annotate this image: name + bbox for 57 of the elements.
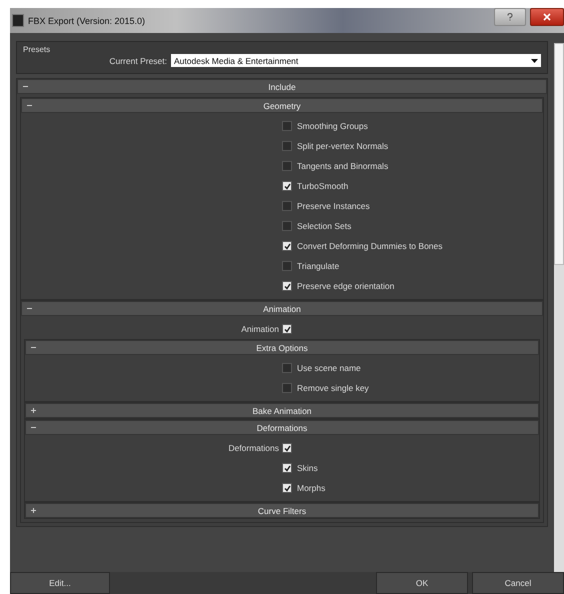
checkbox[interactable] <box>282 281 292 291</box>
checkbox[interactable] <box>282 121 292 131</box>
checkbox-label: Smoothing Groups <box>296 121 368 131</box>
window-title: FBX Export (Version: 2015.0) <box>28 16 146 26</box>
app-icon <box>12 14 24 27</box>
rollout-header[interactable]: Bake Animation <box>25 403 539 418</box>
preset-label: Current Preset: <box>109 56 167 66</box>
checkbox-label: Triangulate <box>296 261 340 271</box>
checkbox[interactable] <box>282 383 292 393</box>
rollout-header[interactable]: Include <box>17 79 547 94</box>
close-button[interactable] <box>530 8 564 26</box>
checkbox[interactable] <box>282 363 292 373</box>
dialog-button[interactable]: Edit... <box>10 572 110 594</box>
checkbox[interactable] <box>282 324 292 334</box>
collapse-icon[interactable] <box>30 344 37 351</box>
group-label: Presets <box>23 45 50 54</box>
checkbox-label: Convert Deforming Dummies to Bones <box>296 241 443 251</box>
collapse-icon[interactable] <box>30 424 37 431</box>
checkbox[interactable] <box>282 463 292 473</box>
rollout-header[interactable]: Extra Options <box>25 340 539 355</box>
checkbox-label: Split per-vertex Normals <box>296 141 388 151</box>
caret-icon <box>531 58 538 62</box>
dialog-button[interactable]: OK <box>376 572 468 594</box>
checkbox[interactable] <box>282 201 292 211</box>
checkbox[interactable] <box>282 161 292 171</box>
checkbox-label: Remove single key <box>296 383 369 393</box>
collapse-icon[interactable] <box>26 102 33 109</box>
rollout-header[interactable]: Curve Filters <box>25 503 539 518</box>
rollout-header[interactable]: Animation <box>21 301 543 316</box>
checkbox-label: Use scene name <box>296 363 361 373</box>
scrollbar[interactable] <box>554 43 564 572</box>
checkbox[interactable] <box>282 221 292 231</box>
checkbox-label: Selection Sets <box>296 221 352 231</box>
checkbox[interactable] <box>282 261 292 271</box>
checkbox-label: Preserve Instances <box>296 201 370 211</box>
collapse-icon[interactable] <box>22 83 29 90</box>
checkbox-label: Morphs <box>296 483 326 493</box>
help-icon <box>507 12 513 20</box>
checkbox-label: Preserve edge orientation <box>296 281 394 291</box>
expand-icon[interactable] <box>30 407 37 414</box>
collapse-icon[interactable] <box>26 305 33 312</box>
rollout-header[interactable]: Geometry <box>21 98 543 113</box>
close-icon <box>543 12 551 20</box>
expand-icon[interactable] <box>30 507 37 514</box>
checkbox[interactable] <box>282 443 292 453</box>
checkbox-label: Skins <box>296 463 318 473</box>
checkbox-label: Deformations <box>227 443 280 453</box>
checkbox-label: Tangents and Binormals <box>296 161 388 171</box>
checkbox-label: Animation <box>240 324 280 334</box>
rollout-header[interactable]: Deformations <box>25 420 539 435</box>
checkbox-label: TurboSmooth <box>296 181 348 191</box>
checkbox[interactable] <box>282 483 292 493</box>
preset-dropdown[interactable]: Autodesk Media & Entertainment <box>171 54 541 67</box>
checkbox[interactable] <box>282 241 292 251</box>
checkbox[interactable] <box>282 181 292 191</box>
dialog-button[interactable]: Cancel <box>472 572 564 594</box>
checkbox[interactable] <box>282 141 292 151</box>
